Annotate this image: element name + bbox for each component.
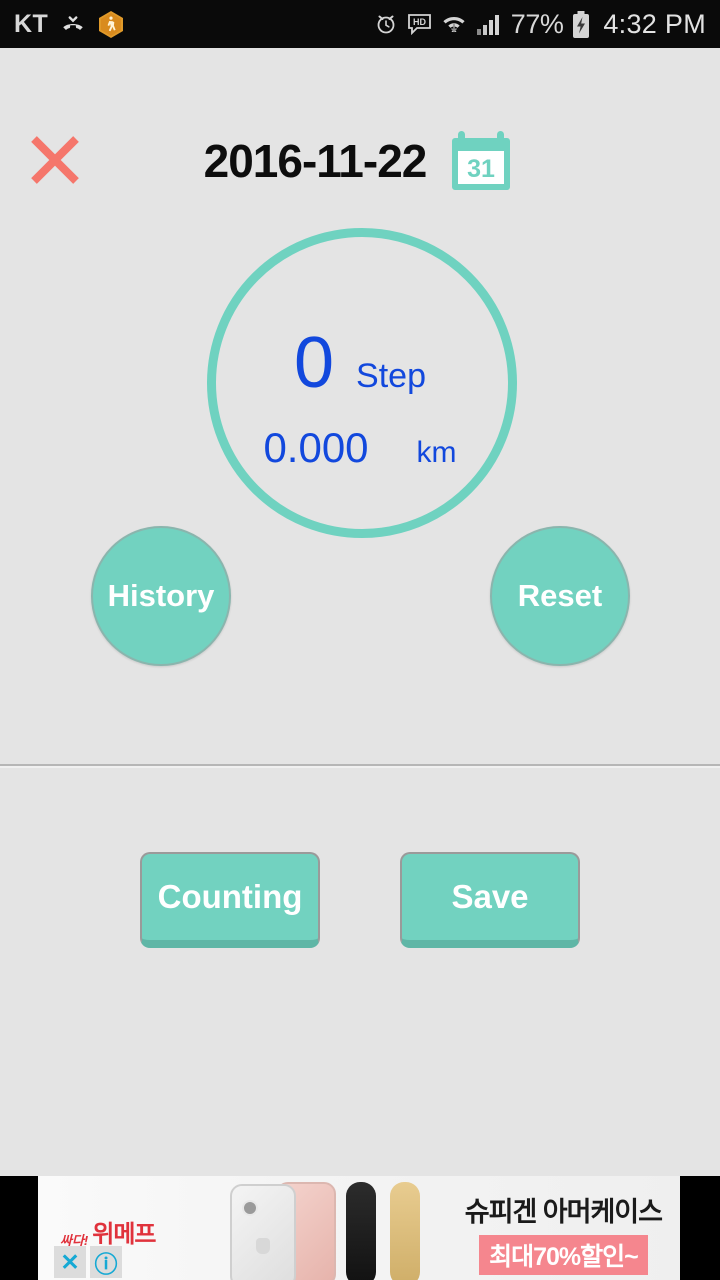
clock-label: 4:32 PM [603, 8, 706, 39]
svg-text:HD: HD [413, 17, 426, 27]
ad-content[interactable]: 싸다! 위메프 ✕ ⓘ 슈피겐 아머케이스 최대70%할인~ [38, 1176, 680, 1280]
distance-row: 0.000 km [0, 424, 720, 472]
reset-button-label: Reset [517, 578, 603, 613]
step-count-value: 0 [294, 323, 335, 403]
signal-bars-icon [476, 12, 502, 36]
page-title: 2016-11-22 [203, 135, 428, 187]
wifi-icon [441, 12, 467, 36]
save-button-label: Save [451, 878, 529, 915]
ad-subline: 최대70%할인~ [479, 1235, 648, 1275]
phone-case-black [346, 1182, 376, 1280]
alarm-icon [374, 12, 398, 36]
counting-button[interactable]: Counting [140, 852, 320, 948]
section-divider-highlight [0, 766, 720, 768]
svg-text:31: 31 [467, 155, 495, 183]
phone-camera-icon [242, 1200, 258, 1216]
phone-case-gold [390, 1182, 420, 1280]
carrier-label: KT [14, 9, 49, 38]
ad-controls: ✕ ⓘ [54, 1246, 122, 1278]
pedometer-hexagon-icon [98, 10, 124, 39]
app-header: 2016-11-22 31 [0, 48, 720, 190]
history-button-label: History [107, 578, 215, 613]
counting-button-label: Counting [157, 878, 303, 915]
status-bar-left: KT [14, 10, 124, 39]
hd-voice-icon: HD [407, 13, 432, 35]
ad-logo-name: 위메프 [92, 1221, 156, 1248]
distance-value: 0.000 [263, 424, 369, 471]
ad-headline: 슈피겐 아머케이스 [464, 1197, 663, 1227]
ad-copy: 슈피겐 아머케이스 최대70%할인~ [464, 1190, 663, 1275]
date-row: 2016-11-22 31 [0, 126, 720, 196]
battery-charging-icon [572, 10, 590, 38]
call-muted-icon [60, 11, 86, 37]
history-button[interactable]: History [91, 526, 231, 666]
save-button[interactable]: Save [400, 852, 580, 948]
reset-button[interactable]: Reset [490, 526, 630, 666]
apple-logo-icon [256, 1238, 270, 1254]
ad-banner[interactable]: 싸다! 위메프 ✕ ⓘ 슈피겐 아머케이스 최대70%할인~ [0, 1176, 720, 1280]
phone-case-clear [230, 1184, 296, 1280]
ad-product-image [198, 1176, 458, 1280]
distance-unit: km [416, 436, 457, 469]
ad-advertiser-logo: 싸다! 위메프 [60, 1214, 157, 1249]
status-bar: KT HD 77% 4:32 PM [0, 0, 720, 48]
battery-percent-label: 77% [510, 8, 564, 39]
calendar-button[interactable]: 31 [446, 126, 516, 196]
status-bar-right: HD 77% 4:32 PM [374, 9, 706, 40]
ad-info-icon[interactable]: ⓘ [90, 1246, 122, 1278]
calendar-icon: 31 [452, 131, 511, 190]
step-count-unit: Step [356, 357, 426, 395]
app-screen: KT HD 77% 4:32 PM 2016-11-22 31 0 Step 0… [0, 0, 720, 1280]
step-count-row: 0 Step [0, 322, 720, 404]
ad-close-icon[interactable]: ✕ [54, 1246, 86, 1278]
